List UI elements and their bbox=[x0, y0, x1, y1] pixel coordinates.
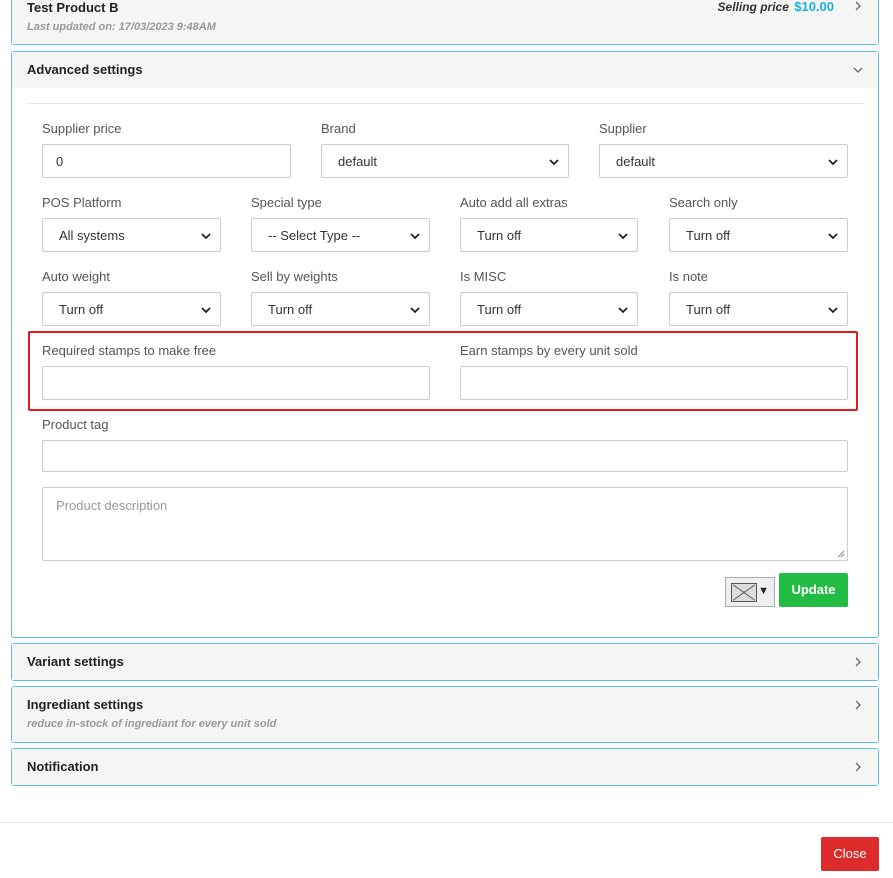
chevron-down-icon bbox=[549, 159, 559, 166]
image-picker[interactable]: ▼ bbox=[725, 577, 775, 607]
chevron-right-icon[interactable] bbox=[852, 699, 864, 711]
ingredient-settings-title: Ingrediant settings bbox=[27, 697, 144, 712]
variant-settings-title: Variant settings bbox=[27, 654, 124, 669]
pos-platform-label: POS Platform bbox=[42, 195, 122, 210]
auto-weight-label: Auto weight bbox=[42, 269, 110, 284]
supplier-value: default bbox=[616, 154, 656, 169]
chevron-down-icon bbox=[828, 233, 838, 240]
ingredient-settings-subtitle: reduce in-stock of ingrediant for every … bbox=[27, 718, 277, 730]
is-note-value: Turn off bbox=[686, 302, 731, 317]
auto-add-extras-select[interactable]: Turn off bbox=[460, 218, 638, 252]
chevron-right-icon[interactable] bbox=[852, 656, 864, 668]
last-updated-text: Last updated on: 17/03/2023 9:48AM bbox=[27, 21, 216, 33]
update-button[interactable]: Update bbox=[779, 573, 848, 607]
special-type-value: -- Select Type -- bbox=[268, 228, 361, 243]
supplier-label: Supplier bbox=[599, 121, 647, 136]
is-note-label: Is note bbox=[669, 269, 709, 284]
selling-price-value: $10.00 bbox=[794, 0, 834, 14]
chevron-down-icon bbox=[201, 307, 211, 314]
chevron-down-icon bbox=[410, 307, 420, 314]
variant-settings-panel[interactable]: Variant settings bbox=[11, 643, 879, 681]
notification-header[interactable]: Notification bbox=[12, 749, 878, 785]
modal-footer-divider bbox=[0, 822, 893, 823]
chevron-down-icon bbox=[410, 233, 420, 240]
notification-title: Notification bbox=[27, 759, 99, 774]
advanced-settings-header[interactable]: Advanced settings bbox=[12, 52, 878, 88]
dropdown-arrow-icon: ▼ bbox=[758, 585, 769, 597]
brand-value: default bbox=[338, 154, 378, 169]
supplier-price-label: Supplier price bbox=[42, 121, 122, 136]
selling-price: Selling price $10.00 bbox=[718, 0, 834, 14]
product-description-placeholder: Product description bbox=[56, 498, 168, 513]
selling-price-label: Selling price bbox=[717, 0, 789, 14]
image-placeholder-icon bbox=[731, 583, 757, 602]
chevron-down-icon bbox=[828, 307, 838, 314]
supplier-price-input[interactable]: 0 bbox=[42, 144, 291, 178]
auto-add-extras-value: Turn off bbox=[477, 228, 522, 243]
chevron-down-icon bbox=[618, 307, 628, 314]
required-stamps-label: Required stamps to make free bbox=[42, 343, 217, 358]
product-tag-label: Product tag bbox=[42, 417, 109, 432]
close-button[interactable]: Close bbox=[821, 837, 879, 871]
product-panel[interactable]: Test Product B Last updated on: 17/03/20… bbox=[11, 0, 879, 45]
chevron-down-icon bbox=[201, 233, 211, 240]
sell-by-weights-select[interactable]: Turn off bbox=[251, 292, 430, 326]
search-only-value: Turn off bbox=[686, 228, 731, 243]
auto-weight-value: Turn off bbox=[59, 302, 104, 317]
is-misc-select[interactable]: Turn off bbox=[460, 292, 638, 326]
special-type-select[interactable]: -- Select Type -- bbox=[251, 218, 430, 252]
pos-platform-select[interactable]: All systems bbox=[42, 218, 221, 252]
product-description-textarea[interactable]: Product description bbox=[42, 487, 848, 561]
auto-weight-select[interactable]: Turn off bbox=[42, 292, 221, 326]
variant-settings-header[interactable]: Variant settings bbox=[12, 644, 878, 680]
product-name: Test Product B bbox=[27, 0, 119, 15]
brand-label: Brand bbox=[321, 121, 356, 136]
sell-by-weights-label: Sell by weights bbox=[251, 269, 338, 284]
earn-stamps-label: Earn stamps by every unit sold bbox=[460, 343, 638, 358]
auto-add-extras-label: Auto add all extras bbox=[460, 195, 568, 210]
advanced-settings-title: Advanced settings bbox=[27, 62, 143, 77]
ingredient-settings-header[interactable]: Ingrediant settings reduce in-stock of i… bbox=[12, 687, 878, 742]
is-note-select[interactable]: Turn off bbox=[669, 292, 848, 326]
special-type-label: Special type bbox=[251, 195, 322, 210]
product-panel-header[interactable]: Test Product B Last updated on: 17/03/20… bbox=[12, 0, 878, 44]
chevron-down-icon[interactable] bbox=[852, 64, 864, 76]
search-only-select[interactable]: Turn off bbox=[669, 218, 848, 252]
chevron-right-icon[interactable] bbox=[852, 761, 864, 773]
sell-by-weights-value: Turn off bbox=[268, 302, 313, 317]
chevron-down-icon bbox=[618, 233, 628, 240]
is-misc-value: Turn off bbox=[477, 302, 522, 317]
brand-select[interactable]: default bbox=[321, 144, 569, 178]
is-misc-label: Is MISC bbox=[460, 269, 507, 284]
product-tag-input[interactable] bbox=[42, 440, 848, 472]
chevron-right-icon[interactable] bbox=[852, 0, 864, 12]
pos-platform-value: All systems bbox=[59, 228, 125, 243]
supplier-price-value: 0 bbox=[56, 154, 64, 169]
earn-stamps-input[interactable] bbox=[460, 366, 848, 400]
notification-panel[interactable]: Notification bbox=[11, 748, 879, 786]
supplier-select[interactable]: default bbox=[599, 144, 848, 178]
search-only-label: Search only bbox=[669, 195, 738, 210]
chevron-down-icon bbox=[828, 159, 838, 166]
resize-grip-icon[interactable] bbox=[837, 550, 845, 558]
ingredient-settings-panel[interactable]: Ingrediant settings reduce in-stock of i… bbox=[11, 686, 879, 743]
advanced-divider bbox=[27, 103, 863, 104]
required-stamps-input[interactable] bbox=[42, 366, 430, 400]
